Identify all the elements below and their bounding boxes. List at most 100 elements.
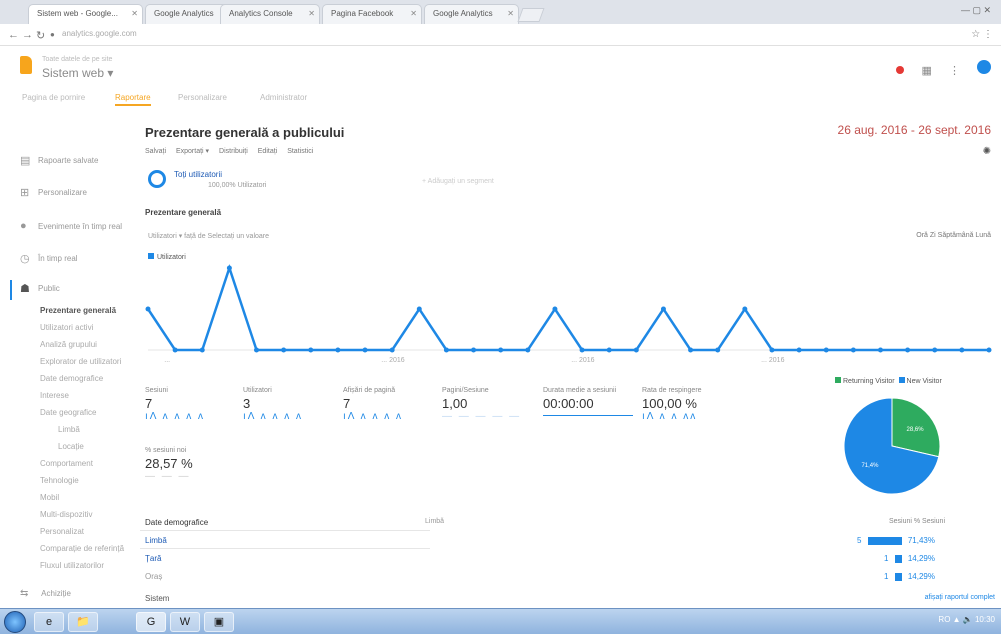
share-button[interactable]: Distribuiți xyxy=(219,148,248,155)
data-point[interactable] xyxy=(254,347,260,353)
metric-pages-per-session[interactable]: Pagini/Sesiune 1,00 — — — — — xyxy=(442,387,537,422)
apps-grid-icon[interactable]: ▦ xyxy=(921,65,931,77)
forward-icon[interactable]: → xyxy=(22,29,33,41)
metric-selector[interactable]: Utilizatori ▾ față de Selectați un valoa… xyxy=(148,232,269,240)
ie-icon[interactable]: e xyxy=(34,612,64,632)
sidebar-sub-user-explorer[interactable]: Explorator de utilizatori xyxy=(40,357,121,366)
save-button[interactable]: Salvați xyxy=(145,148,166,155)
close-icon[interactable]: ✕ xyxy=(308,9,315,18)
insights-icon[interactable]: ✺ xyxy=(983,146,991,157)
data-point[interactable] xyxy=(715,347,721,353)
data-point[interactable] xyxy=(877,347,883,353)
add-segment-button[interactable]: + Adăugați un segment xyxy=(422,178,494,185)
data-point[interactable] xyxy=(850,347,856,353)
demo-row-country[interactable]: Țară xyxy=(145,554,161,563)
data-point[interactable] xyxy=(986,347,992,353)
subnav-home[interactable]: Pagina de pornire xyxy=(22,93,85,102)
subnav-reporting[interactable]: Raportare xyxy=(115,93,151,106)
metric-new-sessions[interactable]: % sesiuni noi 28,57 % — — — xyxy=(145,447,240,482)
data-point[interactable] xyxy=(769,347,775,353)
avatar[interactable] xyxy=(977,60,991,74)
sidebar-sub-cohort[interactable]: Analiză grupului xyxy=(40,340,97,349)
data-point[interactable] xyxy=(823,347,829,353)
subnav-admin[interactable]: Administrator xyxy=(260,93,307,102)
data-point[interactable] xyxy=(552,306,558,312)
sidebar-sub-geo[interactable]: Date geografice xyxy=(40,408,96,417)
granularity-selector[interactable]: Oră Zi Săptămână Lună xyxy=(916,232,991,239)
app-icon[interactable]: ▣ xyxy=(204,612,234,632)
sidebar-sub-demographics[interactable]: Date demografice xyxy=(40,374,103,383)
data-point[interactable] xyxy=(498,347,504,353)
sidebar-sub-active-users[interactable]: Utilizatori activi xyxy=(40,323,93,332)
data-point[interactable] xyxy=(579,347,585,353)
date-range-picker[interactable]: 26 aug. 2016 - 26 sept. 2016 xyxy=(838,123,991,137)
data-point[interactable] xyxy=(199,347,205,353)
sidebar-sub-benchmarking[interactable]: Comparație de referință xyxy=(40,544,124,553)
data-point[interactable] xyxy=(742,306,748,312)
data-point[interactable] xyxy=(932,347,938,353)
full-report-link[interactable]: afișați raportul complet xyxy=(925,594,995,601)
data-point[interactable] xyxy=(905,347,911,353)
data-point[interactable] xyxy=(226,265,232,271)
notification-icon[interactable] xyxy=(896,66,905,74)
metric-avg-duration[interactable]: Durata medie a sesiunii 00:00:00 xyxy=(543,387,638,416)
tab-facebook[interactable]: Pagina Facebook ✕ xyxy=(322,4,422,24)
metric-users[interactable]: Utilizatori 3 ıΛ ʌ ʌ ʌ ʌ xyxy=(243,387,338,422)
close-icon[interactable]: ✕ xyxy=(131,9,138,18)
data-point[interactable] xyxy=(172,347,178,353)
edit-button[interactable]: Editați xyxy=(258,148,277,155)
sidebar-sub-mobile[interactable]: Mobil xyxy=(40,493,59,502)
sidebar-sub-overview[interactable]: Prezentare generală xyxy=(40,306,116,315)
sidebar-sub-technology[interactable]: Tehnologie xyxy=(40,476,79,485)
sidebar-sub-custom[interactable]: Personalizat xyxy=(40,527,84,536)
system-tray[interactable]: RO ▲ 🔈 10:30 xyxy=(938,615,995,624)
start-button[interactable] xyxy=(4,611,26,633)
sidebar-sub-cross-device[interactable]: Multi-dispozitiv xyxy=(40,510,92,519)
data-point[interactable] xyxy=(688,347,694,353)
more-icon[interactable]: ⋮ xyxy=(949,65,960,77)
tab-google-analytics-2[interactable]: Google Analytics ✕ xyxy=(424,4,519,24)
data-point[interactable] xyxy=(525,347,531,353)
data-point[interactable] xyxy=(443,347,449,353)
demo-row-city[interactable]: Oraș xyxy=(145,572,162,581)
url-input[interactable]: analytics.google.com xyxy=(62,29,137,38)
window-controls[interactable]: — ▢ ✕ xyxy=(961,5,991,16)
data-point[interactable] xyxy=(959,347,965,353)
data-point[interactable] xyxy=(308,347,314,353)
close-icon[interactable]: ✕ xyxy=(507,9,514,18)
tab-sistem-web[interactable]: Sistem web - Google... ✕ xyxy=(28,4,143,24)
data-point[interactable] xyxy=(796,347,802,353)
sidebar-item-acquisition[interactable]: ⇆ Achiziție xyxy=(20,588,71,599)
sidebar-sub-language[interactable]: Limbă xyxy=(58,425,80,434)
data-point[interactable] xyxy=(606,347,612,353)
data-point[interactable] xyxy=(660,306,666,312)
sidebar-sub-users-flow[interactable]: Fluxul utilizatorilor xyxy=(40,561,104,570)
data-point[interactable] xyxy=(281,347,287,353)
word-icon[interactable]: W xyxy=(170,612,200,632)
property-selector[interactable]: Sistem web ▾ xyxy=(42,66,113,80)
data-point[interactable] xyxy=(389,347,395,353)
data-point[interactable] xyxy=(362,347,368,353)
data-point[interactable] xyxy=(145,306,151,312)
new-tab-button[interactable] xyxy=(517,8,545,22)
sidebar-sub-interests[interactable]: Interese xyxy=(40,391,69,400)
data-point[interactable] xyxy=(335,347,341,353)
data-point[interactable] xyxy=(416,306,422,312)
close-icon[interactable]: ✕ xyxy=(410,9,417,18)
tab-analytics-console[interactable]: Analytics Console ✕ xyxy=(220,4,320,24)
explorer-icon[interactable]: 📁 xyxy=(68,612,98,632)
demo-row-language[interactable]: Limbă xyxy=(145,536,167,545)
metric-bounce-rate[interactable]: Rata de respingere 100,00 % ıΛ ʌ ʌ ʌʌ xyxy=(642,387,737,422)
subnav-customization[interactable]: Personalizare xyxy=(178,93,227,102)
sidebar-sub-location[interactable]: Locație xyxy=(58,442,84,451)
insights-button[interactable]: Statistici xyxy=(287,148,313,155)
sidebar-sub-behavior[interactable]: Comportament xyxy=(40,459,93,468)
export-button[interactable]: Exportați ▾ xyxy=(176,148,209,155)
metric-sessions[interactable]: Sesiuni 7 ıΛ ʌ ʌ ʌ ʌ xyxy=(145,387,240,422)
data-point[interactable] xyxy=(633,347,639,353)
reload-icon[interactable]: ↻ xyxy=(36,29,45,42)
metric-pageviews[interactable]: Afișări de pagină 7 ıΛ ʌ ʌ ʌ ʌ xyxy=(343,387,438,422)
back-icon[interactable]: ← xyxy=(8,29,19,41)
data-point[interactable] xyxy=(471,347,477,353)
browser-menu-icon[interactable]: ☆ ⋮ xyxy=(971,29,993,40)
